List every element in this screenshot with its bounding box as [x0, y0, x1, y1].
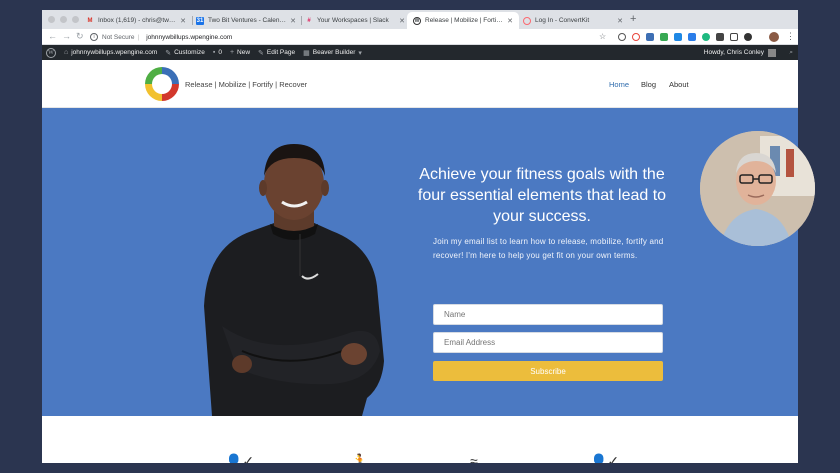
- home-icon: ⌂: [64, 49, 69, 56]
- presenter-video: [700, 131, 815, 246]
- close-tab-icon[interactable]: ✕: [290, 17, 296, 25]
- nav-home[interactable]: Home: [609, 80, 629, 89]
- comment-icon: ▪: [212, 49, 216, 56]
- admin-customize-link[interactable]: ✎ Customize: [165, 49, 205, 57]
- subscribe-button[interactable]: Subscribe: [433, 361, 663, 381]
- trainer-photo: [204, 144, 384, 416]
- close-tab-icon[interactable]: ✕: [180, 17, 186, 25]
- url-text: johnnywbillups.wpengine.com: [146, 33, 233, 41]
- waves-icon: ≈: [470, 453, 478, 463]
- maximize-window-button[interactable]: [72, 16, 79, 23]
- tab-release-mobilize[interactable]: W Release | Mobilize | Fortify | Re ✕: [407, 12, 519, 29]
- close-tab-icon[interactable]: ✕: [507, 17, 513, 25]
- nav-about[interactable]: About: [669, 80, 689, 89]
- admin-account-menu[interactable]: Howdy, Chris Conley: [704, 48, 776, 57]
- slack-icon: #: [307, 17, 311, 24]
- tab-title: Two Bit Ventures - Calendar -: [208, 17, 288, 24]
- admin-beaver-builder-link[interactable]: ▦ Beaver Builder ▾: [303, 49, 365, 57]
- extension-icon[interactable]: [646, 33, 654, 41]
- extension-icon[interactable]: [730, 33, 738, 41]
- extension-icon[interactable]: [716, 33, 724, 41]
- name-input[interactable]: [433, 304, 663, 325]
- tab-title: Your Workspaces | Slack: [317, 17, 389, 24]
- calendar-icon: 31: [196, 16, 204, 25]
- convertkit-icon: [523, 16, 531, 25]
- menu-kebab-icon[interactable]: ⋮: [786, 31, 795, 42]
- site-logo[interactable]: [145, 67, 179, 101]
- close-tab-icon[interactable]: ✕: [617, 17, 623, 25]
- brush-icon: ✎: [165, 49, 172, 57]
- site-header: Release | Mobilize | Fortify | Recover H…: [42, 60, 798, 108]
- browser-window: M Inbox (1,619) - chris@twobitve ✕ 31 Tw…: [42, 10, 798, 463]
- grid-icon: ▦: [303, 49, 310, 57]
- site-tagline: Release | Mobilize | Fortify | Recover: [185, 80, 308, 89]
- bookmark-star-icon[interactable]: ☆: [599, 32, 606, 41]
- wordpress-logo-icon[interactable]: W: [46, 47, 56, 58]
- reload-icon[interactable]: ↻: [76, 31, 84, 42]
- tab-calendar[interactable]: 31 Two Bit Ventures - Calendar - ✕: [190, 12, 302, 29]
- tab-strip: M Inbox (1,619) - chris@twobitve ✕ 31 Tw…: [42, 10, 798, 29]
- webcam-overlay: [700, 131, 815, 246]
- window-controls: [48, 16, 79, 23]
- browser-toolbar: ← → ↻ i Not Secure | johnnywbillups.wpen…: [42, 29, 798, 45]
- hero-section: Achieve your fitness goals with the four…: [42, 108, 798, 416]
- email-input[interactable]: [433, 332, 663, 353]
- extension-icon[interactable]: [632, 33, 640, 41]
- running-icon: 🏃: [351, 453, 369, 463]
- tab-title: Inbox (1,619) - chris@twobitve: [98, 17, 177, 24]
- extension-icon[interactable]: [702, 33, 710, 41]
- info-icon[interactable]: i: [90, 33, 98, 41]
- admin-edit-page-link[interactable]: ✎ Edit Page: [258, 49, 295, 57]
- extension-icon[interactable]: [674, 33, 682, 41]
- new-tab-button[interactable]: +: [630, 13, 636, 25]
- user-avatar: [768, 48, 776, 57]
- person-check-icon: 👤✓: [225, 453, 255, 463]
- extension-icon[interactable]: [618, 33, 626, 41]
- tab-title: Release | Mobilize | Fortify | Re: [425, 17, 504, 24]
- security-label: Not Secure: [102, 33, 135, 41]
- close-tab-icon[interactable]: ✕: [399, 17, 405, 25]
- extension-icon[interactable]: [660, 33, 668, 41]
- tab-title: Log In - ConvertKit: [535, 17, 590, 24]
- search-icon[interactable]: ⌕: [789, 49, 793, 57]
- dropdown-caret-icon: ▾: [358, 49, 362, 57]
- nav-blog[interactable]: Blog: [641, 80, 656, 89]
- tab-convertkit[interactable]: Log In - ConvertKit ✕: [517, 12, 629, 29]
- tab-gmail[interactable]: M Inbox (1,619) - chris@twobitve ✕: [80, 12, 192, 29]
- hero-headline: Achieve your fitness goals with the four…: [417, 166, 667, 225]
- hero-subtext: Join my email list to learn how to relea…: [433, 237, 664, 260]
- gmail-icon: M: [87, 17, 93, 24]
- person-check-icon: 👤✓: [590, 453, 620, 463]
- minimize-window-button[interactable]: [60, 16, 67, 23]
- admin-new-link[interactable]: + New: [230, 49, 250, 56]
- admin-comments-link[interactable]: ▪ 0: [213, 49, 222, 56]
- back-icon[interactable]: ←: [48, 31, 57, 41]
- forward-icon[interactable]: →: [62, 31, 71, 41]
- plus-icon: +: [229, 49, 235, 56]
- wordpress-icon: W: [413, 16, 421, 25]
- features-section: 👤✓ 🏃 ≈ 👤✓: [42, 416, 798, 463]
- address-bar[interactable]: i Not Secure | johnnywbillups.wpengine.c…: [90, 31, 611, 43]
- close-window-button[interactable]: [48, 16, 55, 23]
- profile-avatar[interactable]: [769, 32, 779, 42]
- extension-icon[interactable]: [744, 33, 752, 41]
- pencil-icon: ✎: [258, 49, 264, 57]
- wp-admin-bar: W ⌂ johnnywbillups.wpengine.com ✎ Custom…: [42, 45, 798, 60]
- tab-slack[interactable]: # Your Workspaces | Slack ✕: [299, 12, 411, 29]
- extension-icon[interactable]: [688, 33, 696, 41]
- admin-site-link[interactable]: ⌂ johnnywbillups.wpengine.com: [64, 49, 157, 56]
